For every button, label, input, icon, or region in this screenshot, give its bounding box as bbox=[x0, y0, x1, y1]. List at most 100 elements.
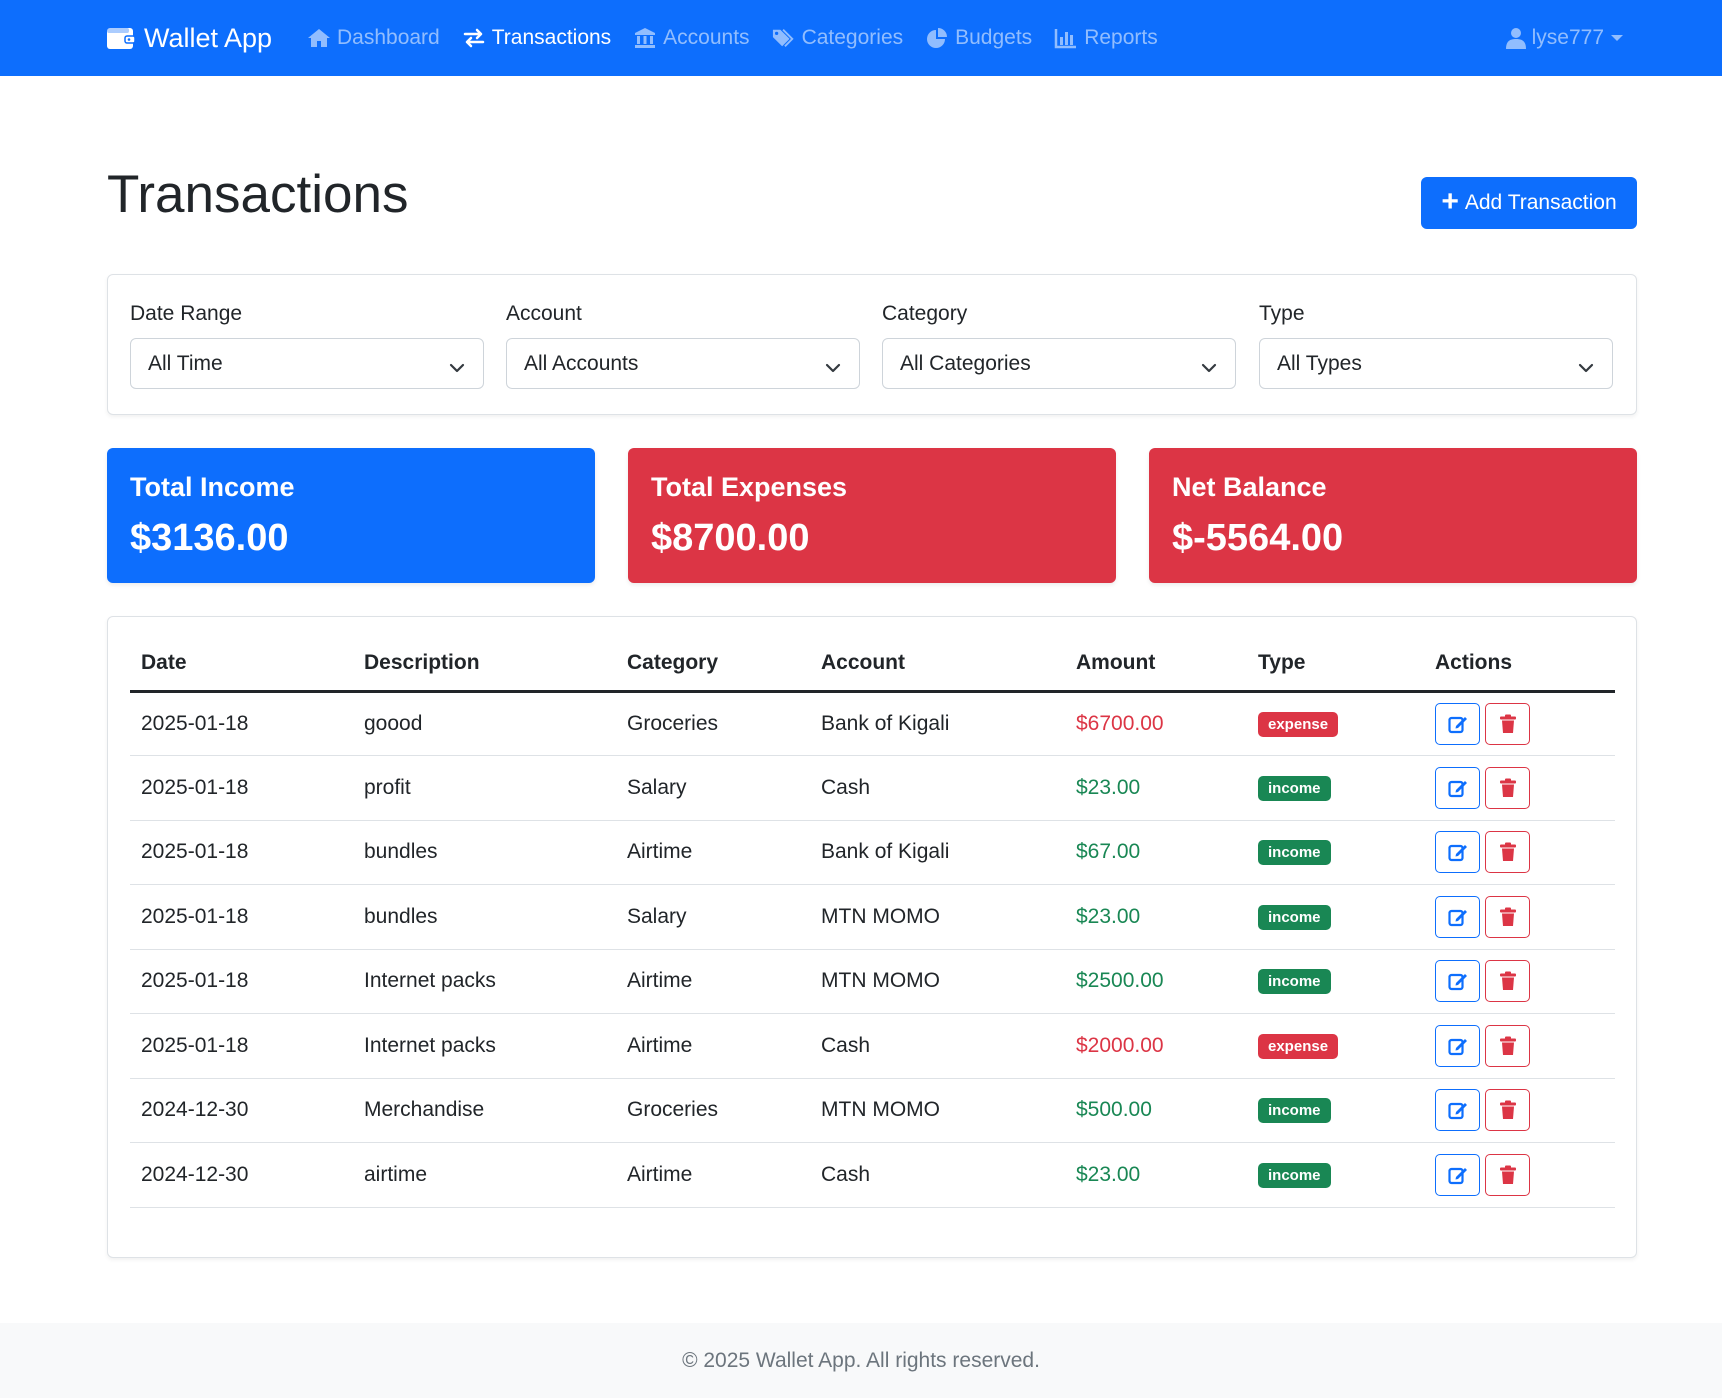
edit-icon bbox=[1447, 1036, 1468, 1056]
chevron-down-icon bbox=[1578, 356, 1594, 380]
cell-amount: $2500.00 bbox=[1065, 949, 1247, 1014]
type-badge: income bbox=[1258, 775, 1331, 801]
delete-button[interactable] bbox=[1485, 1089, 1530, 1132]
header-description: Description bbox=[353, 637, 616, 693]
delete-button[interactable] bbox=[1485, 702, 1530, 745]
cell-description: Internet packs bbox=[353, 1013, 616, 1079]
pie-chart-icon bbox=[925, 27, 949, 49]
delete-button[interactable] bbox=[1485, 1024, 1530, 1067]
nav-item-label: Budgets bbox=[955, 26, 1033, 49]
table-row: 2024-12-30 airtime Airtime Cash $23.00 income bbox=[130, 1142, 1615, 1208]
trash-icon bbox=[1499, 1036, 1517, 1056]
cell-actions bbox=[1424, 1013, 1615, 1079]
type-badge: income bbox=[1258, 840, 1331, 866]
chevron-down-icon bbox=[1201, 356, 1217, 380]
type-badge: income bbox=[1258, 904, 1331, 930]
delete-button[interactable] bbox=[1485, 960, 1530, 1003]
cell-account: Cash bbox=[810, 1142, 1065, 1208]
type-select[interactable]: All Types bbox=[1259, 338, 1613, 389]
nav-item-accounts[interactable]: Accounts bbox=[633, 26, 750, 50]
table-row: 2025-01-18 profit Salary Cash $23.00 income bbox=[130, 755, 1615, 821]
trash-icon bbox=[1499, 971, 1517, 991]
transactions-body: 2025-01-18 goood Groceries Bank of Kigali $6… bbox=[130, 691, 1615, 1208]
add-transaction-button[interactable]: + Add Transaction bbox=[1421, 177, 1637, 229]
cell-actions bbox=[1424, 820, 1615, 885]
filter-card: Date Range All Time Account All Accounts… bbox=[107, 274, 1637, 415]
brand[interactable]: Wallet App bbox=[107, 0, 272, 76]
table-row: 2025-01-18 Internet packs Airtime MTN MOMO $… bbox=[130, 949, 1615, 1014]
edit-icon bbox=[1447, 1100, 1468, 1120]
edit-button[interactable] bbox=[1435, 895, 1480, 938]
add-transaction-label: Add Transaction bbox=[1464, 191, 1617, 214]
date-range-label: Date Range bbox=[130, 302, 243, 325]
plus-icon: + bbox=[1441, 184, 1459, 218]
tags-icon bbox=[772, 27, 796, 49]
delete-button[interactable] bbox=[1485, 831, 1530, 874]
user-icon bbox=[1505, 27, 1526, 49]
username: lyse777 bbox=[1531, 26, 1604, 49]
category-value: All Categories bbox=[900, 351, 1031, 375]
type-badge: expense bbox=[1258, 711, 1339, 737]
type-badge: expense bbox=[1258, 1033, 1339, 1059]
nav-links: Dashboard Transactions Accounts Categori… bbox=[307, 0, 1158, 76]
edit-button[interactable] bbox=[1435, 960, 1480, 1003]
cell-type: expense bbox=[1247, 691, 1424, 756]
edit-button[interactable] bbox=[1435, 702, 1480, 745]
net-balance-card: Net Balance $-5564.00 bbox=[1149, 448, 1637, 583]
cell-description: bundles bbox=[353, 884, 616, 950]
edit-icon bbox=[1447, 842, 1468, 862]
date-range-select[interactable]: All Time bbox=[130, 338, 484, 389]
footer: © 2025 Wallet App. All rights reserved. bbox=[0, 1323, 1722, 1398]
edit-button[interactable] bbox=[1435, 1089, 1480, 1132]
nav-item-reports[interactable]: Reports bbox=[1054, 26, 1158, 50]
cell-description: goood bbox=[353, 691, 616, 756]
cell-category: Groceries bbox=[616, 691, 810, 756]
delete-button[interactable] bbox=[1485, 895, 1530, 938]
type-label: Type bbox=[1259, 302, 1305, 325]
cell-account: MTN MOMO bbox=[810, 1078, 1065, 1143]
delete-button[interactable] bbox=[1485, 1153, 1530, 1196]
cell-account: MTN MOMO bbox=[810, 949, 1065, 1014]
cell-type: income bbox=[1247, 755, 1424, 821]
edit-button[interactable] bbox=[1435, 766, 1480, 809]
bank-icon bbox=[633, 27, 657, 49]
account-select[interactable]: All Accounts bbox=[506, 338, 860, 389]
cell-account: Bank of Kigali bbox=[810, 820, 1065, 885]
edit-button[interactable] bbox=[1435, 831, 1480, 874]
cell-category: Airtime bbox=[616, 949, 810, 1014]
cell-date: 2025-01-18 bbox=[130, 1013, 353, 1079]
transactions-card: Date Description Category Account Amount… bbox=[107, 616, 1637, 1258]
net-balance-value: $-5564.00 bbox=[1172, 517, 1344, 559]
category-filter: Category All Categories bbox=[882, 302, 1236, 389]
cell-category: Salary bbox=[616, 755, 810, 821]
delete-button[interactable] bbox=[1485, 766, 1530, 809]
nav-item-dashboard[interactable]: Dashboard bbox=[307, 26, 440, 50]
total-expenses-label: Total Expenses bbox=[651, 472, 848, 502]
chevron-down-icon bbox=[825, 356, 841, 380]
cell-date: 2025-01-18 bbox=[130, 691, 353, 756]
navbar: Wallet App Dashboard Transactions Accoun… bbox=[0, 0, 1722, 76]
edit-button[interactable] bbox=[1435, 1153, 1480, 1196]
edit-button[interactable] bbox=[1435, 1024, 1480, 1067]
header-date: Date bbox=[130, 637, 353, 693]
wallet-icon bbox=[107, 26, 135, 50]
cell-date: 2024-12-30 bbox=[130, 1142, 353, 1208]
brand-name: Wallet App bbox=[144, 22, 273, 53]
cell-description: airtime bbox=[353, 1142, 616, 1208]
cell-type: expense bbox=[1247, 1013, 1424, 1079]
nav-item-label: Dashboard bbox=[337, 26, 440, 49]
cell-amount: $23.00 bbox=[1065, 755, 1247, 821]
category-select[interactable]: All Categories bbox=[882, 338, 1236, 389]
nav-item-budgets[interactable]: Budgets bbox=[925, 26, 1032, 50]
edit-icon bbox=[1447, 714, 1468, 734]
cell-date: 2025-01-18 bbox=[130, 755, 353, 821]
home-icon bbox=[307, 27, 331, 49]
user-dropdown[interactable]: lyse777 bbox=[1505, 0, 1624, 76]
nav-item-label: Categories bbox=[801, 26, 904, 49]
cell-amount: $67.00 bbox=[1065, 820, 1247, 885]
nav-item-categories[interactable]: Categories bbox=[772, 26, 904, 50]
cell-description: Internet packs bbox=[353, 949, 616, 1014]
cell-actions bbox=[1424, 884, 1615, 950]
nav-item-label: Accounts bbox=[663, 26, 750, 49]
nav-item-transactions[interactable]: Transactions bbox=[462, 26, 611, 50]
